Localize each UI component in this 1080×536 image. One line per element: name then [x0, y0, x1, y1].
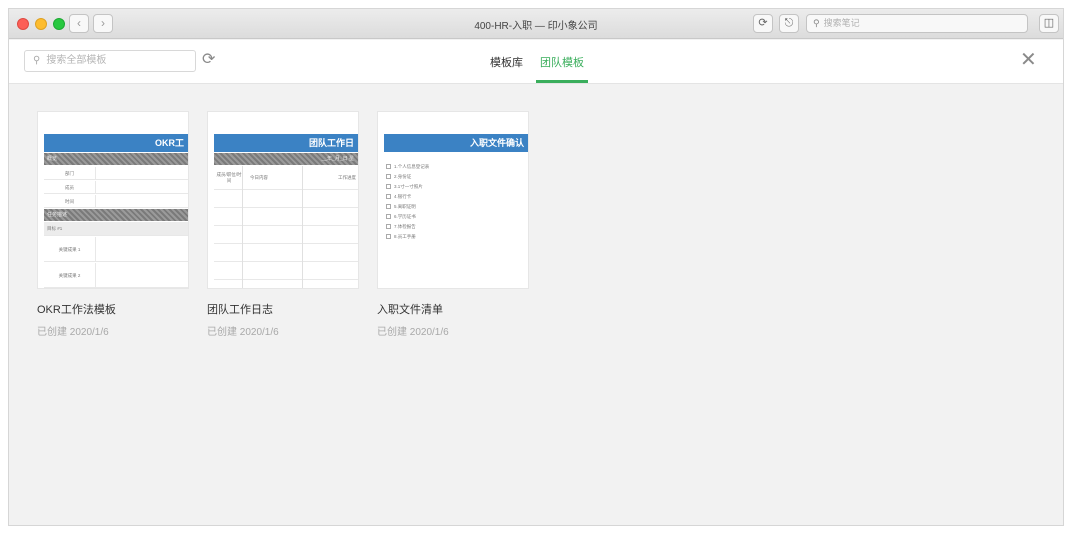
note-search-placeholder: 搜索笔记 — [823, 18, 860, 28]
thumb-section: 概览 — [44, 153, 188, 165]
thumb-checklist-item: 5.离职证明 — [386, 204, 416, 210]
reminder-button[interactable]: ⎋ — [779, 14, 799, 33]
template-search-input[interactable]: ⚲ 搜索全部模板 — [24, 50, 196, 72]
thumb-row: 关键成果 2 — [44, 263, 188, 288]
close-icon[interactable]: ✕ — [1020, 49, 1037, 71]
thumb-row: 部门 — [44, 167, 188, 180]
sync-button[interactable]: ⟳ — [753, 14, 773, 33]
bell-icon: ⎋ — [784, 17, 794, 29]
template-date: 已创建 2020/1/6 — [37, 327, 109, 338]
thumb-checklist-item: 7.体检报告 — [386, 224, 416, 230]
template-toolbar: ⚲ 搜索全部模板 ⟳ 模板库 团队模板 ✕ — [9, 40, 1063, 84]
thumb-row — [214, 209, 358, 226]
template-thumbnail: 团队工作日 __年_月_日 星 成员/职位/时间 今日内容 工作进度 — [207, 111, 359, 289]
template-date: 已创建 2020/1/6 — [207, 327, 279, 338]
thumb-heading: 入职文件确认 — [384, 134, 528, 152]
thumb-row: 成员 — [44, 181, 188, 194]
template-gallery: OKR工 概览 部门 成员 时间 任务描述 目标 #1 关键成果 1 关键成果 … — [9, 85, 1063, 525]
template-card-okr[interactable]: OKR工 概览 部门 成员 时间 任务描述 目标 #1 关键成果 1 关键成果 … — [37, 111, 189, 338]
refresh-icon[interactable]: ⟳ — [202, 49, 215, 69]
thumb-heading: 团队工作日 — [214, 134, 358, 152]
search-icon: ⚲ — [33, 55, 41, 66]
panel-icon: ◫ — [1043, 17, 1055, 29]
sync-icon: ⟳ — [758, 17, 768, 29]
thumb-checklist-item: 4.银行卡 — [386, 194, 411, 200]
thumb-subhead: 目标 #1 — [44, 222, 188, 236]
thumb-row — [214, 227, 358, 244]
template-name: 团队工作日志 — [207, 304, 273, 316]
thumb-subline: __年_月_日 星 — [214, 153, 358, 165]
sidebar-toggle-button[interactable]: ◫ — [1039, 14, 1059, 33]
thumb-header-row: 成员/职位/时间 今日内容 工作进度 — [214, 166, 358, 190]
thumb-checklist-item: 2.身份证 — [386, 174, 411, 180]
thumb-checklist-item: 3.1寸一寸照片 — [386, 184, 423, 190]
thumb-row — [214, 245, 358, 262]
thumb-section: 任务描述 — [44, 209, 188, 221]
tab-team-templates[interactable]: 团队模板 — [540, 54, 584, 70]
thumb-row — [214, 191, 358, 208]
thumb-checklist-item: 6.学历证书 — [386, 214, 416, 220]
thumb-row — [214, 263, 358, 280]
template-search-placeholder: 搜索全部模板 — [46, 55, 107, 66]
template-thumbnail: OKR工 概览 部门 成员 时间 任务描述 目标 #1 关键成果 1 关键成果 … — [37, 111, 189, 289]
thumb-grid-line — [242, 166, 243, 288]
thumb-checklist-item: 1.个人信息登记表 — [386, 164, 429, 170]
template-thumbnail: 入职文件确认 1.个人信息登记表 2.身份证 3.1寸一寸照片 4.银行卡 5.… — [377, 111, 529, 289]
title-bar: ‹ › 400-HR-入职 — 印小象公司 ⟳ ⎋ ⚲ 搜索笔记 ◫ — [9, 9, 1063, 39]
thumb-heading: OKR工 — [44, 134, 188, 152]
template-name: OKR工作法模板 — [37, 304, 116, 316]
active-tab-indicator — [536, 80, 588, 83]
thumb-checklist-item: 8.员工手册 — [386, 234, 416, 240]
note-search-input[interactable]: ⚲ 搜索笔记 — [806, 14, 1028, 33]
template-name: 入职文件清单 — [377, 304, 443, 316]
tab-template-library[interactable]: 模板库 — [490, 54, 523, 70]
thumb-row: 时间 — [44, 195, 188, 208]
thumb-row: 关键成果 1 — [44, 237, 188, 262]
template-date: 已创建 2020/1/6 — [377, 327, 449, 338]
app-window: ‹ › 400-HR-入职 — 印小象公司 ⟳ ⎋ ⚲ 搜索笔记 ◫ ⚲ 搜索全部模… — [8, 8, 1064, 526]
thumb-grid-line — [302, 166, 303, 288]
template-card-team-log[interactable]: 团队工作日 __年_月_日 星 成员/职位/时间 今日内容 工作进度 团队工作日… — [207, 111, 359, 338]
search-icon: ⚲ — [813, 18, 820, 28]
template-card-onboarding[interactable]: 入职文件确认 1.个人信息登记表 2.身份证 3.1寸一寸照片 4.银行卡 5.… — [377, 111, 529, 338]
